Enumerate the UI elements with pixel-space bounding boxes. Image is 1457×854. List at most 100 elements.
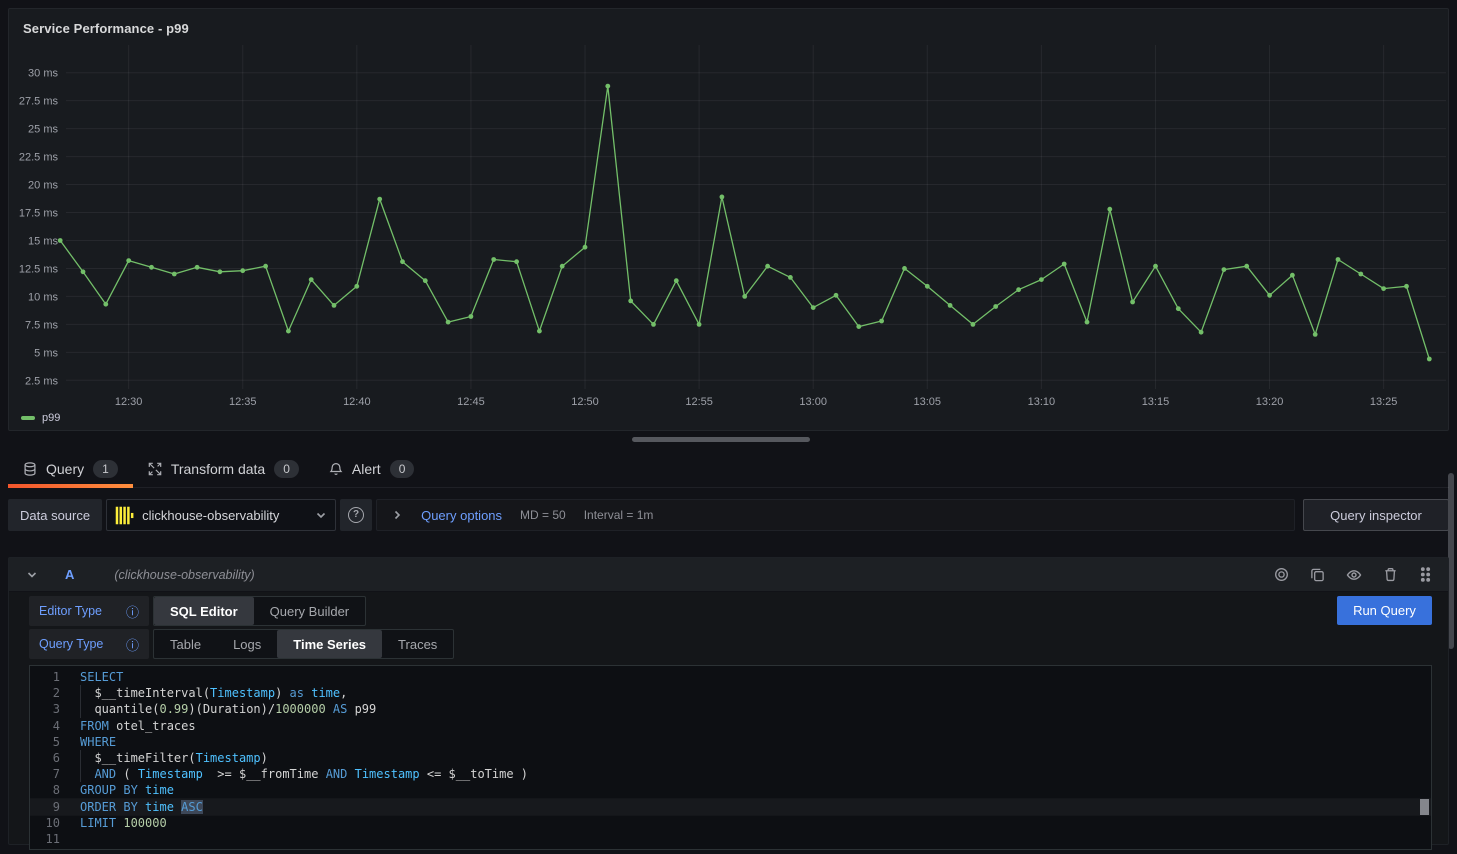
svg-text:17.5 ms: 17.5 ms [19,208,59,220]
timeseries-panel: 12:3012:3512:4012:4512:5012:5513:0013:05… [8,8,1449,431]
code-line-2: 2 $__timeInterval(Timestamp) as time, [30,685,1431,701]
editor-type-query-builder[interactable]: Query Builder [254,597,365,625]
delete-query-icon[interactable] [1383,567,1398,582]
max-data-points-value: MD = 50 [520,508,566,522]
line-number: 10 [30,815,60,831]
editor-type-label: Editor Type ⓘ [29,596,149,626]
legend-series-label: p99 [42,412,60,424]
code-line-11: 11 [30,831,1431,847]
query-type-label: Query Type ⓘ [29,629,149,659]
tab-label: Transform data [171,461,265,477]
line-number: 11 [30,831,60,847]
svg-text:2.5 ms: 2.5 ms [25,375,59,387]
svg-text:12:30: 12:30 [115,396,143,408]
query-options-toggle[interactable]: Query options [421,508,502,523]
indent-guide [80,685,81,701]
interval-value: Interval = 1m [584,508,654,522]
tab-count-badge: 0 [390,460,415,478]
svg-text:22.5 ms: 22.5 ms [19,152,59,164]
query-row-header: A (clickhouse-observability) [9,558,1448,592]
query-inspector-button[interactable]: Query inspector [1303,499,1449,531]
panel-title: Service Performance - p99 [23,21,189,36]
svg-text:30 ms: 30 ms [28,68,58,80]
run-query-button[interactable]: Run Query [1337,596,1432,625]
query-row-actions [1274,567,1432,583]
svg-text:13:05: 13:05 [914,396,942,408]
question-circle-icon: ? [348,507,364,523]
query-type-group: Table Logs Time Series Traces [153,629,454,659]
code-line-3: 3 quantile(0.99)(Duration)/1000000 AS p9… [30,701,1431,717]
query-row-body: Editor Type ⓘ SQL Editor Query Builder R… [9,592,1448,850]
query-type-traces[interactable]: Traces [382,630,453,658]
line-number: 6 [30,750,60,766]
query-type-logs[interactable]: Logs [217,630,277,658]
svg-text:12:50: 12:50 [571,396,599,408]
svg-text:13:20: 13:20 [1256,396,1284,408]
drag-handle-icon[interactable] [1419,567,1432,582]
tab-label: Query [46,461,84,477]
clickhouse-logo-icon [115,506,134,525]
tab-count-badge: 0 [274,460,299,478]
svg-text:12.5 ms: 12.5 ms [19,263,59,275]
timeseries-chart: 12:3012:3512:4012:4512:5012:5513:0013:05… [9,9,1448,430]
editor-type-sql-editor[interactable]: SQL Editor [154,597,254,625]
database-icon [23,462,37,476]
indent-guide [80,766,81,782]
query-datasource-hint: (clickhouse-observability) [114,568,254,582]
code-line-7: 7 AND ( Timestamp >= $__fromTime AND Tim… [30,766,1431,782]
editor-type-row: Editor Type ⓘ SQL Editor Query Builder R… [29,596,1432,626]
datasource-help-button[interactable]: ? [340,499,372,531]
query-type-time-series[interactable]: Time Series [277,630,382,658]
info-circle-icon[interactable]: ⓘ [126,635,139,654]
query-ref-id: A [65,567,74,582]
editor-type-group: SQL Editor Query Builder [153,596,366,626]
line-number: 4 [30,718,60,734]
line-number: 2 [30,685,60,701]
svg-text:15 ms: 15 ms [28,235,58,247]
tab-label: Alert [352,461,381,477]
query-type-table[interactable]: Table [154,630,217,658]
duplicate-query-icon[interactable] [1310,567,1325,582]
svg-text:13:25: 13:25 [1370,396,1398,408]
svg-text:20 ms: 20 ms [28,180,58,192]
svg-text:25 ms: 25 ms [28,124,58,136]
tab-count-badge: 1 [93,460,118,478]
svg-text:12:55: 12:55 [685,396,713,408]
legend-item-p99[interactable]: p99 [21,412,60,424]
datasource-label: Data source [8,499,102,531]
code-line-4: 4FROM otel_traces [30,718,1431,734]
line-number: 1 [30,669,60,685]
hide-response-icon[interactable] [1346,567,1362,583]
svg-text:13:15: 13:15 [1142,396,1170,408]
chevron-down-icon [315,509,327,521]
collapse-chevron-icon[interactable] [25,568,39,582]
query-type-row: Query Type ⓘ Table Logs Time Series Trac… [29,629,1432,659]
info-circle-icon[interactable]: ⓘ [126,602,139,621]
query-editor-row: A (clickhouse-observability) Editor Type… [8,557,1449,845]
query-options-bar: Query options MD = 50 Interval = 1m [376,499,1295,531]
chevron-right-icon[interactable] [391,509,403,521]
svg-text:13:10: 13:10 [1028,396,1056,408]
code-line-9: 9ORDER BY time ASC [30,799,1431,815]
svg-text:12:40: 12:40 [343,396,371,408]
datasource-name: clickhouse-observability [142,508,307,523]
line-number: 8 [30,782,60,798]
legend-series-swatch [21,416,35,420]
svg-text:12:45: 12:45 [457,396,485,408]
editor-tabbar: Query 1 Transform data 0 Alert 0 [8,450,1449,488]
indent-guide [80,750,81,766]
svg-text:5 ms: 5 ms [34,347,58,359]
sql-code-editor[interactable]: 1SELECT2 $__timeInterval(Timestamp) as t… [29,665,1432,850]
tab-alert[interactable]: Alert 0 [314,450,429,487]
line-number: 5 [30,734,60,750]
line-number: 7 [30,766,60,782]
svg-text:7.5 ms: 7.5 ms [25,319,59,331]
tab-query[interactable]: Query 1 [8,450,133,487]
tab-transform-data[interactable]: Transform data 0 [133,450,314,487]
svg-text:12:35: 12:35 [229,396,257,408]
datasource-bar: Data source clickhouse-observability ? Q… [8,499,1449,531]
horizontal-scrollbar-thumb[interactable] [632,437,810,442]
datasource-select[interactable]: clickhouse-observability [106,499,336,531]
disable-query-icon[interactable] [1274,567,1289,582]
bell-icon [329,462,343,476]
